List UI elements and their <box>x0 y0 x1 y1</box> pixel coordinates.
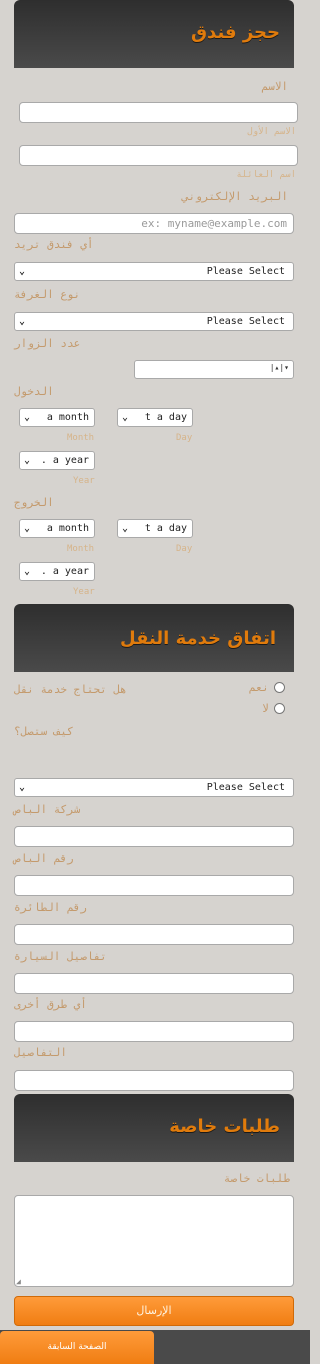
checkout-label: الخروج <box>14 496 54 509</box>
flight-number-label: رقم الطائرة <box>14 901 87 914</box>
flight-number-input[interactable] <box>14 924 294 945</box>
no-radio[interactable] <box>274 703 285 714</box>
yes-radio[interactable] <box>274 682 285 693</box>
chevron-down-icon: ⌄ <box>24 523 31 534</box>
email-input[interactable]: ex: myname@example.com <box>14 213 294 234</box>
special-requests-title: طلبات خاصة <box>169 1116 280 1137</box>
special-requests-header: طلبات خاصة <box>14 1094 294 1162</box>
arrival-method-label: كيف ستصل؟ <box>14 725 74 738</box>
hotel-label: أي فندق تريد <box>14 238 94 251</box>
yes-radio-label: نعم <box>249 681 269 694</box>
checkout-month-sublabel: Month <box>67 544 95 554</box>
first-name-input[interactable] <box>19 102 298 123</box>
transport-header: اتفاق خدمة النقل <box>14 604 294 672</box>
arrival-method-select[interactable]: ⌄ Please Select <box>14 778 294 797</box>
last-name-input[interactable] <box>19 145 298 166</box>
car-details-label: تفاصيل السيارة <box>14 950 107 963</box>
chevron-down-icon: ⌄ <box>24 566 31 577</box>
checkout-year-select[interactable]: ⌄ . a year <box>19 562 95 581</box>
checkin-day-select[interactable]: ⌄ t a day <box>117 408 193 427</box>
chevron-down-icon: ⌄ <box>122 523 129 534</box>
special-requests-textarea[interactable]: ◢ <box>14 1195 294 1287</box>
checkin-year-select[interactable]: ⌄ . a year <box>19 451 95 470</box>
number-spinner-icon[interactable]: |▴|▾ <box>270 363 289 372</box>
checkout-year-value: . a year <box>40 566 89 577</box>
other-methods-label: أي طرق أخرى <box>14 998 87 1011</box>
name-label: الاسم <box>261 80 289 93</box>
checkout-month-value: a month <box>46 523 89 534</box>
checkin-day-value: t a day <box>144 412 187 423</box>
previous-page-button[interactable]: الصفحة السابقة <box>0 1331 154 1364</box>
checkin-year-value: . a year <box>40 455 89 466</box>
chevron-down-icon: ⌄ <box>24 455 31 466</box>
transport-title: اتفاق خدمة النقل <box>120 628 276 649</box>
checkin-month-value: a month <box>46 412 89 423</box>
chevron-down-icon: ⌄ <box>19 316 26 327</box>
hotel-booking-title: حجز فندق <box>190 22 280 43</box>
email-label: البريد الإلكتروني <box>182 190 288 203</box>
special-requests-label: طلبات خاصة <box>223 1172 290 1185</box>
chevron-down-icon: ⌄ <box>19 266 26 277</box>
checkin-day-sublabel: Day <box>176 433 193 443</box>
hotel-select[interactable]: ⌄ Please Select <box>14 262 294 281</box>
email-placeholder: ex: myname@example.com <box>141 217 287 230</box>
checkout-day-sublabel: Day <box>176 544 193 554</box>
other-methods-input[interactable] <box>14 1021 294 1042</box>
bus-company-input[interactable] <box>14 826 294 847</box>
first-name-sublabel: الاسم الأول <box>247 127 296 137</box>
checkin-month-sublabel: Month <box>67 433 95 443</box>
chevron-down-icon: ⌄ <box>19 782 26 793</box>
chevron-down-icon: ⌄ <box>122 412 129 423</box>
resize-handle-icon[interactable]: ◢ <box>16 1277 21 1286</box>
room-type-label: نوع الغرفة <box>14 288 81 301</box>
checkout-month-select[interactable]: ⌄ a month <box>19 519 95 538</box>
chevron-down-icon: ⌄ <box>24 412 31 423</box>
bus-number-input[interactable] <box>14 875 294 896</box>
submit-button[interactable]: الإرسال <box>14 1296 294 1326</box>
checkin-year-sublabel: Year <box>73 476 95 486</box>
checkout-day-value: t a day <box>144 523 187 534</box>
checkout-year-sublabel: Year <box>73 587 95 597</box>
checkin-month-select[interactable]: ⌄ a month <box>19 408 95 427</box>
checkout-day-select[interactable]: ⌄ t a day <box>117 519 193 538</box>
arrival-method-value: Please Select <box>206 782 285 793</box>
last-name-sublabel: اسم العائلة <box>236 170 296 180</box>
need-transport-label: هل تحتاج خدمة نقل <box>14 683 127 696</box>
details-input[interactable] <box>14 1070 294 1091</box>
bus-company-label: شركة الباص <box>14 803 81 816</box>
guests-label: عدد الزوار <box>14 337 81 350</box>
guests-number-input[interactable]: |▴|▾ <box>134 360 294 379</box>
hotel-select-value: Please Select <box>206 266 285 277</box>
no-radio-label: لا <box>262 702 269 715</box>
hotel-booking-header: حجز فندق <box>14 0 294 68</box>
room-type-select[interactable]: ⌄ Please Select <box>14 312 294 331</box>
details-label: التفاصيل <box>14 1046 67 1059</box>
room-type-select-value: Please Select <box>206 316 285 327</box>
car-details-input[interactable] <box>14 973 294 994</box>
bus-number-label: رقم الباص <box>14 852 74 865</box>
checkin-label: الدخول <box>14 385 54 398</box>
